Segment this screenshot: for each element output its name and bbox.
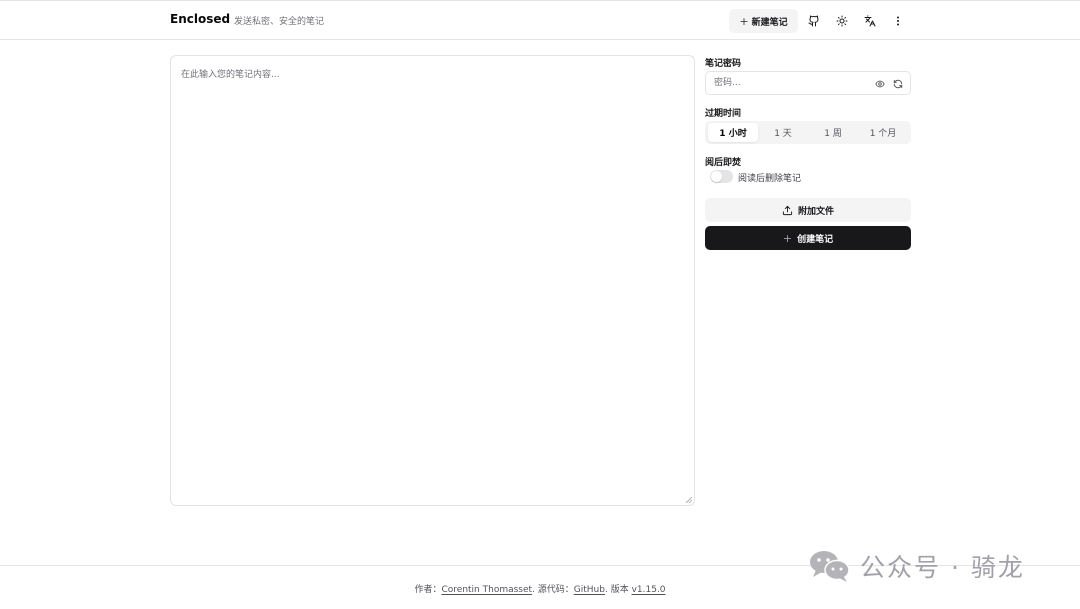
sun-icon [836,15,848,27]
version-prefix: . 版本 [604,585,632,595]
author-prefix: 作者： [414,585,442,595]
language-icon [864,15,876,27]
create-note-label: 创建笔记 [797,234,834,245]
github-link[interactable]: GitHub [574,585,605,595]
version-link[interactable]: v1.15.0 [632,585,666,595]
resize-grip-icon[interactable] [686,497,692,503]
github-icon [808,15,819,27]
language-button[interactable] [858,9,882,33]
note-editor [170,55,695,506]
tagline: 发送私密、安全的笔记 [234,17,325,27]
more-menu-button[interactable] [886,9,910,33]
password-label: 笔记密码 [705,59,742,69]
refresh-icon [893,79,903,89]
expiration-option-1-hour[interactable]: 1 小时 [708,123,758,142]
author-link[interactable]: Corentin Thomasset [441,585,532,595]
plus-icon: + [782,231,793,245]
expiration-option-1-day[interactable]: 1 天 [758,123,808,142]
theme-toggle-button[interactable] [830,9,854,33]
expiration-option-1-week[interactable]: 1 周 [808,123,858,142]
burn-after-reading-toggle[interactable] [710,170,733,183]
note-content-input[interactable] [171,56,694,505]
attach-file-button[interactable]: 附加文件 [705,198,911,222]
eye-icon [875,80,885,88]
show-password-button[interactable] [874,78,886,90]
source-prefix: . 源代码： [532,585,574,595]
burn-toggle-label[interactable]: 阅读后删除笔记 [738,171,801,184]
wechat-icon [810,551,850,582]
app-header: Enclosed 发送私密、安全的笔记 + 新建笔记 [0,1,1080,40]
watermark-text: 公众号 · 骑龙 [860,553,1025,582]
plus-icon: + [739,14,749,28]
more-vertical-icon [897,16,899,26]
password-input[interactable] [714,76,864,90]
generate-password-button[interactable] [892,78,904,90]
burn-after-reading-label: 阅后即焚 [705,158,742,168]
new-note-label: 新建笔记 [751,17,788,28]
upload-icon [782,205,793,215]
expiration-option-1-month[interactable]: 1 个月 [858,123,908,142]
brand-logo[interactable]: Enclosed [170,12,230,26]
github-button[interactable] [802,9,826,33]
expiration-selector: 1 小时 1 天 1 周 1 个月 [705,121,911,144]
expiration-label: 过期时间 [705,109,742,119]
new-note-button[interactable]: + 新建笔记 [729,9,798,33]
wechat-watermark: 公众号 · 骑龙 [808,546,1025,586]
attach-file-label: 附加文件 [797,206,834,217]
toggle-knob [711,171,722,182]
create-note-button[interactable]: + 创建笔记 [705,226,911,250]
password-field [705,71,911,95]
